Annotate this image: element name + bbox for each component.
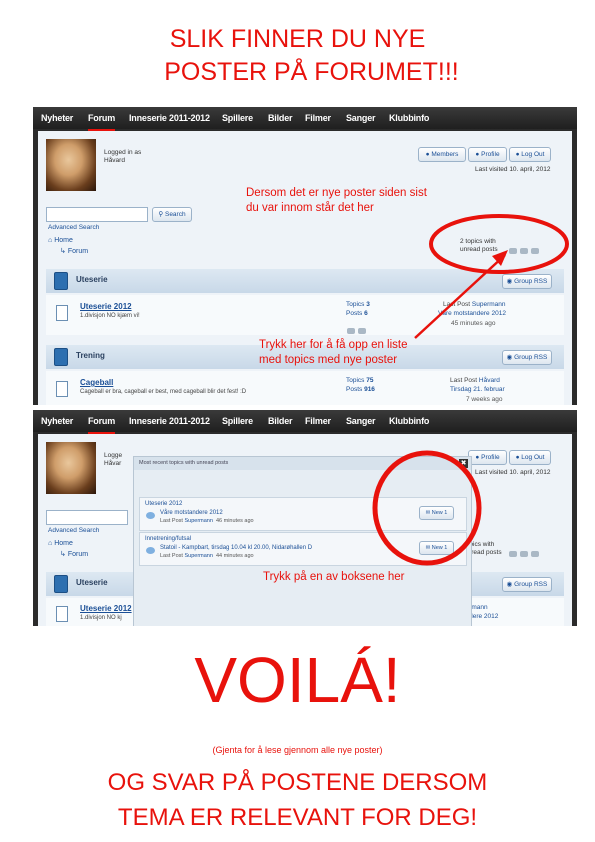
voila-heading: VOILÁ! [194,644,401,716]
reply-instruction-line2: TEMA ER RELEVANT FOR DEG! [117,804,478,831]
repeat-note: (Gjenta for å lese gjennom alle nye post… [212,745,383,755]
reply-instruction-line1: OG SVAR PÅ POSTENE DERSOM [107,769,488,796]
annotation-circle [372,450,482,566]
